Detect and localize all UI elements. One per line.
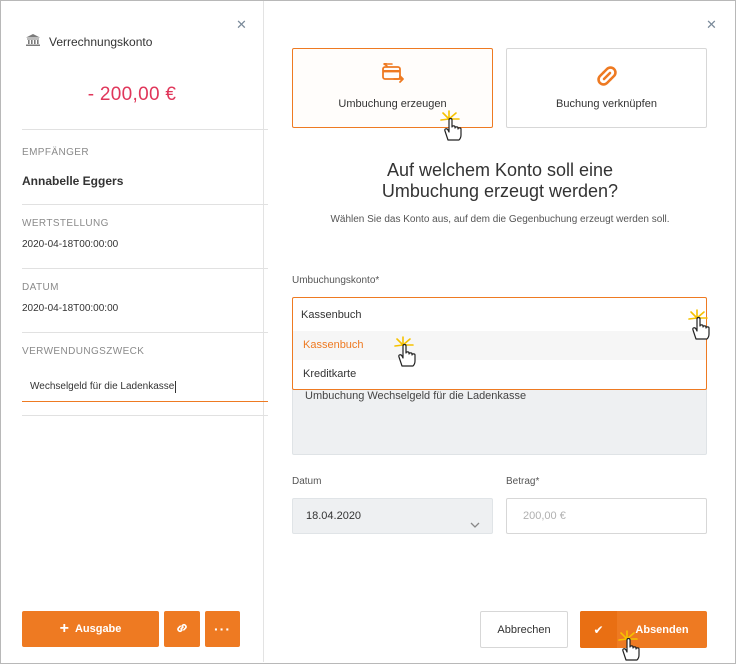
cancel-button[interactable]: Abbrechen [480, 611, 568, 648]
click-hand-cursor-icon [688, 309, 710, 340]
link-icon [175, 621, 189, 638]
recipient-label: EMPFÄNGER [22, 147, 89, 158]
link-booking-label: Buchung verknüpfen [556, 98, 657, 110]
close-icon[interactable]: ✕ [705, 18, 718, 31]
divider [22, 129, 268, 130]
purpose-textarea[interactable]: Umbuchung Wechselgeld für die Ladenkasse [292, 386, 707, 455]
more-options-button[interactable]: ··· [205, 611, 240, 647]
selected-account: Kassenbuch [301, 309, 362, 321]
text-caret [175, 381, 177, 393]
date-select-value: 18.04.2020 [306, 510, 362, 522]
close-icon[interactable]: ✕ [235, 18, 248, 31]
amount-field-label: Betrag* [506, 476, 540, 487]
divider [22, 204, 268, 205]
divider [22, 332, 268, 333]
bank-icon [25, 33, 49, 50]
amount-input[interactable]: 200,00 € [506, 498, 707, 534]
heading-line-2: Umbuchung erzeugt werden? [381, 181, 619, 201]
create-transfer-label: Umbuchung erzeugen [338, 98, 447, 110]
purpose-textarea-value: Umbuchung Wechselgeld für die Ladenkasse [305, 390, 527, 402]
ellipsis-icon: ··· [214, 621, 231, 637]
plus-icon: + [59, 620, 69, 637]
link-button[interactable] [164, 611, 200, 647]
chevron-down-icon [470, 510, 480, 544]
date-field-label: Datum [292, 476, 322, 487]
purpose-input-value: Wechselgeld für die Ladenkasse [30, 381, 175, 392]
purpose-input[interactable]: Wechselgeld für die Ladenkasse [22, 373, 268, 402]
divider [22, 415, 268, 416]
instruction-text: Wählen Sie das Konto aus, auf dem die Ge… [330, 214, 670, 225]
amount-placeholder: 200,00 € [523, 510, 566, 522]
option-kassenbuch[interactable]: Kassenbuch [293, 331, 706, 360]
transaction-sidebar: ✕ Verrechnungskonto - 200,00 € EMPFÄNGER… [1, 1, 268, 662]
value-date-label: WERTSTELLUNG [22, 218, 109, 229]
link-booking-card[interactable]: Buchung verknüpfen [506, 48, 707, 128]
date-select[interactable]: 18.04.2020 [292, 498, 493, 534]
transaction-amount: - 200,00 € [87, 84, 177, 105]
heading-line-1: Auf welchem Konto soll eine [386, 160, 614, 180]
account-header: Verrechnungskonto [25, 33, 152, 50]
divider [22, 268, 268, 269]
link-icon [594, 63, 620, 94]
account-name: Verrechnungskonto [49, 34, 153, 49]
date-value: 2020-04-18T00:00:00 [22, 303, 119, 314]
click-hand-cursor-icon [618, 630, 640, 661]
add-expense-label: Ausgabe [74, 623, 122, 635]
add-expense-button[interactable]: + Ausgabe [22, 611, 159, 647]
transfer-account-select[interactable]: Kassenbuch Kassenbuch Kreditkarte [292, 297, 707, 390]
recipient-value: Annabelle Eggers [22, 174, 124, 188]
click-hand-cursor-icon [394, 336, 416, 367]
transfer-card-icon [380, 61, 406, 90]
transfer-account-label: Umbuchungskonto* [292, 275, 380, 286]
value-date: 2020-04-18T00:00:00 [22, 239, 119, 250]
date-label: DATUM [22, 282, 59, 293]
question-heading: Auf welchem Konto soll eine Umbuchung er… [292, 160, 708, 202]
check-icon: ✔ [580, 611, 617, 648]
click-hand-cursor-icon [440, 110, 462, 141]
purpose-label: VERWENDUNGSZWECK [22, 346, 145, 357]
option-kreditkarte[interactable]: Kreditkarte [293, 360, 706, 389]
